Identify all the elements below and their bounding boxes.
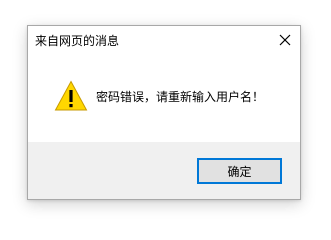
ok-button-label: 确定: [227, 164, 252, 179]
close-button[interactable]: [270, 26, 300, 54]
dialog-title: 来自网页的消息: [35, 34, 120, 48]
message-dialog: 来自网页的消息 密码错误，请重新输入用户名！ 确定: [27, 25, 301, 200]
dialog-footer: 确定: [28, 142, 300, 199]
screen: 来自网页的消息 密码错误，请重新输入用户名！ 确定: [0, 0, 331, 236]
dialog-content: 密码错误，请重新输入用户名！: [28, 54, 300, 142]
warning-icon: [54, 80, 88, 111]
ok-button[interactable]: 确定: [197, 158, 282, 184]
dialog-message: 密码错误，请重新输入用户名！: [96, 90, 265, 104]
title-bar: 来自网页的消息: [28, 26, 300, 54]
close-icon: [279, 34, 291, 46]
